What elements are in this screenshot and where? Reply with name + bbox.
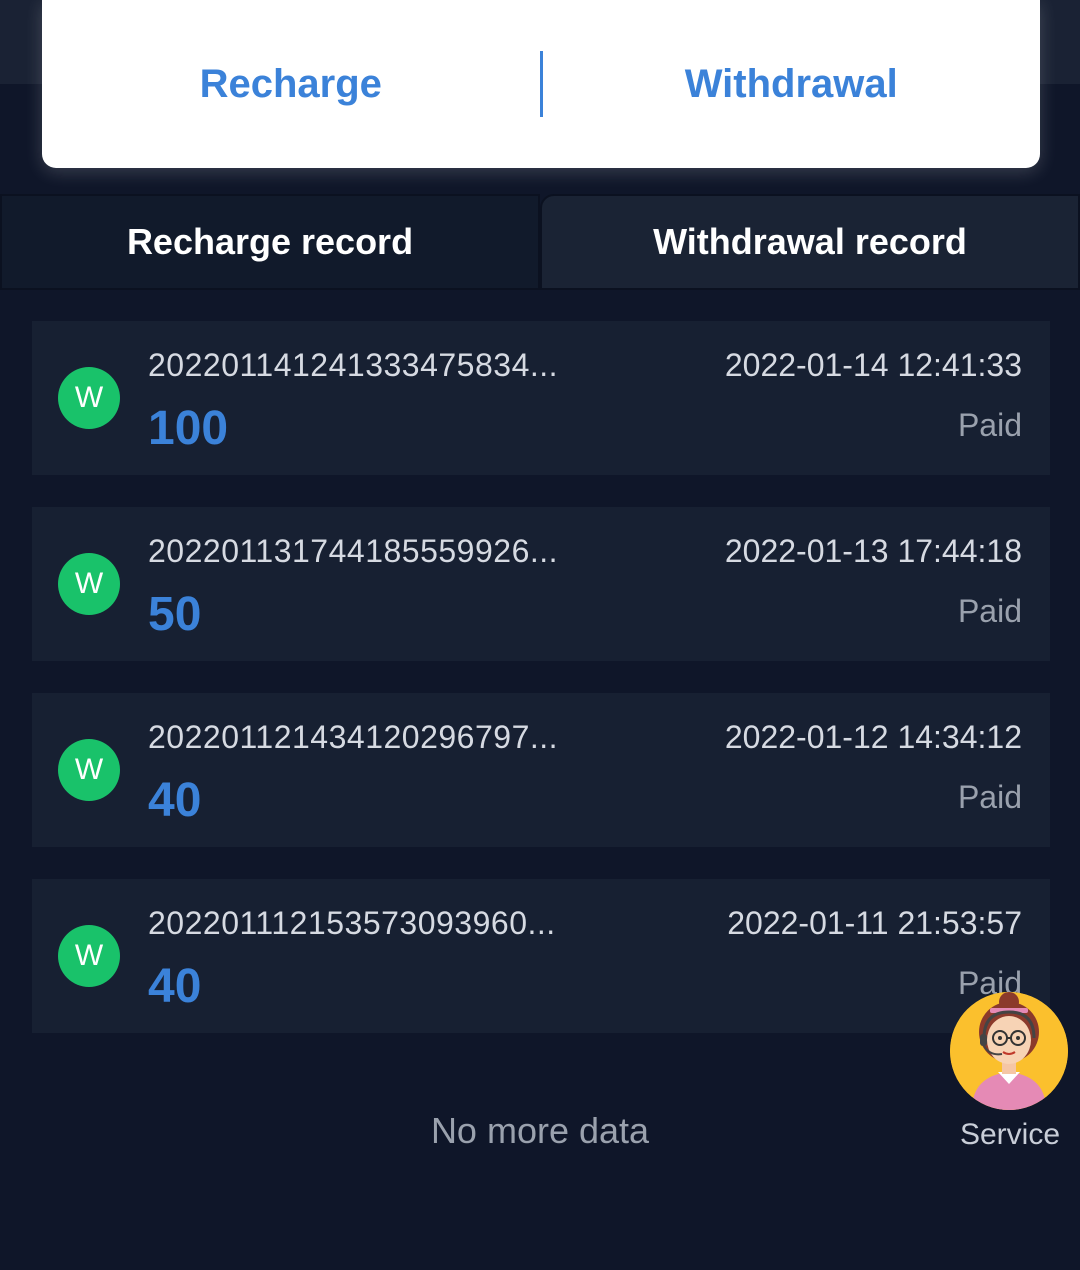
record-item[interactable]: W 202201112153573093960... 40 2022-01-11… <box>32 879 1050 1033</box>
status-label: Paid <box>957 407 1022 443</box>
amount: 100 <box>148 402 229 455</box>
status-label: Paid <box>957 779 1022 815</box>
amount: 50 <box>148 588 202 641</box>
customer-service-agent-icon <box>950 992 1068 1110</box>
withdraw-badge-icon: W <box>58 925 120 987</box>
withdraw-badge-icon: W <box>58 367 120 429</box>
timestamp: 2022-01-12 14:34:12 <box>724 719 1022 755</box>
record-item[interactable]: W 202201121434120296797... 40 2022-01-12… <box>32 693 1050 847</box>
withdrawal-records-page: Recharge Withdrawal Recharge record With… <box>0 0 1080 1270</box>
withdraw-badge-icon: W <box>58 739 120 801</box>
record-list: W 202201141241333475834... 100 2022-01-1… <box>32 321 1050 1065</box>
amount: 40 <box>148 774 202 827</box>
tab-recharge-record[interactable]: Recharge record <box>0 194 540 290</box>
action-card: Recharge Withdrawal <box>42 0 1040 168</box>
record-item[interactable]: W 202201141241333475834... 100 2022-01-1… <box>32 321 1050 475</box>
no-more-data-text: No more data <box>430 1110 650 1151</box>
service-button[interactable]: Service <box>950 992 1070 1152</box>
timestamp: 2022-01-11 21:53:57 <box>727 905 1022 941</box>
amount: 40 <box>148 960 202 1013</box>
order-id: 202201121434120296797... <box>148 719 559 755</box>
withdrawal-button[interactable]: Withdrawal <box>543 0 1041 168</box>
timestamp: 2022-01-13 17:44:18 <box>724 533 1022 569</box>
order-id: 202201141241333475834... <box>148 347 559 383</box>
record-item[interactable]: W 202201131744185559926... 50 2022-01-13… <box>32 507 1050 661</box>
record-tabs: Recharge record Withdrawal record <box>0 194 1080 290</box>
tab-withdrawal-record[interactable]: Withdrawal record <box>540 194 1080 290</box>
order-id: 202201112153573093960... <box>148 905 556 941</box>
service-label: Service <box>959 1118 1061 1151</box>
withdraw-badge-icon: W <box>58 553 120 615</box>
order-id: 202201131744185559926... <box>148 533 559 569</box>
timestamp: 2022-01-14 12:41:33 <box>724 347 1022 383</box>
recharge-button[interactable]: Recharge <box>42 0 540 168</box>
status-label: Paid <box>957 593 1022 629</box>
